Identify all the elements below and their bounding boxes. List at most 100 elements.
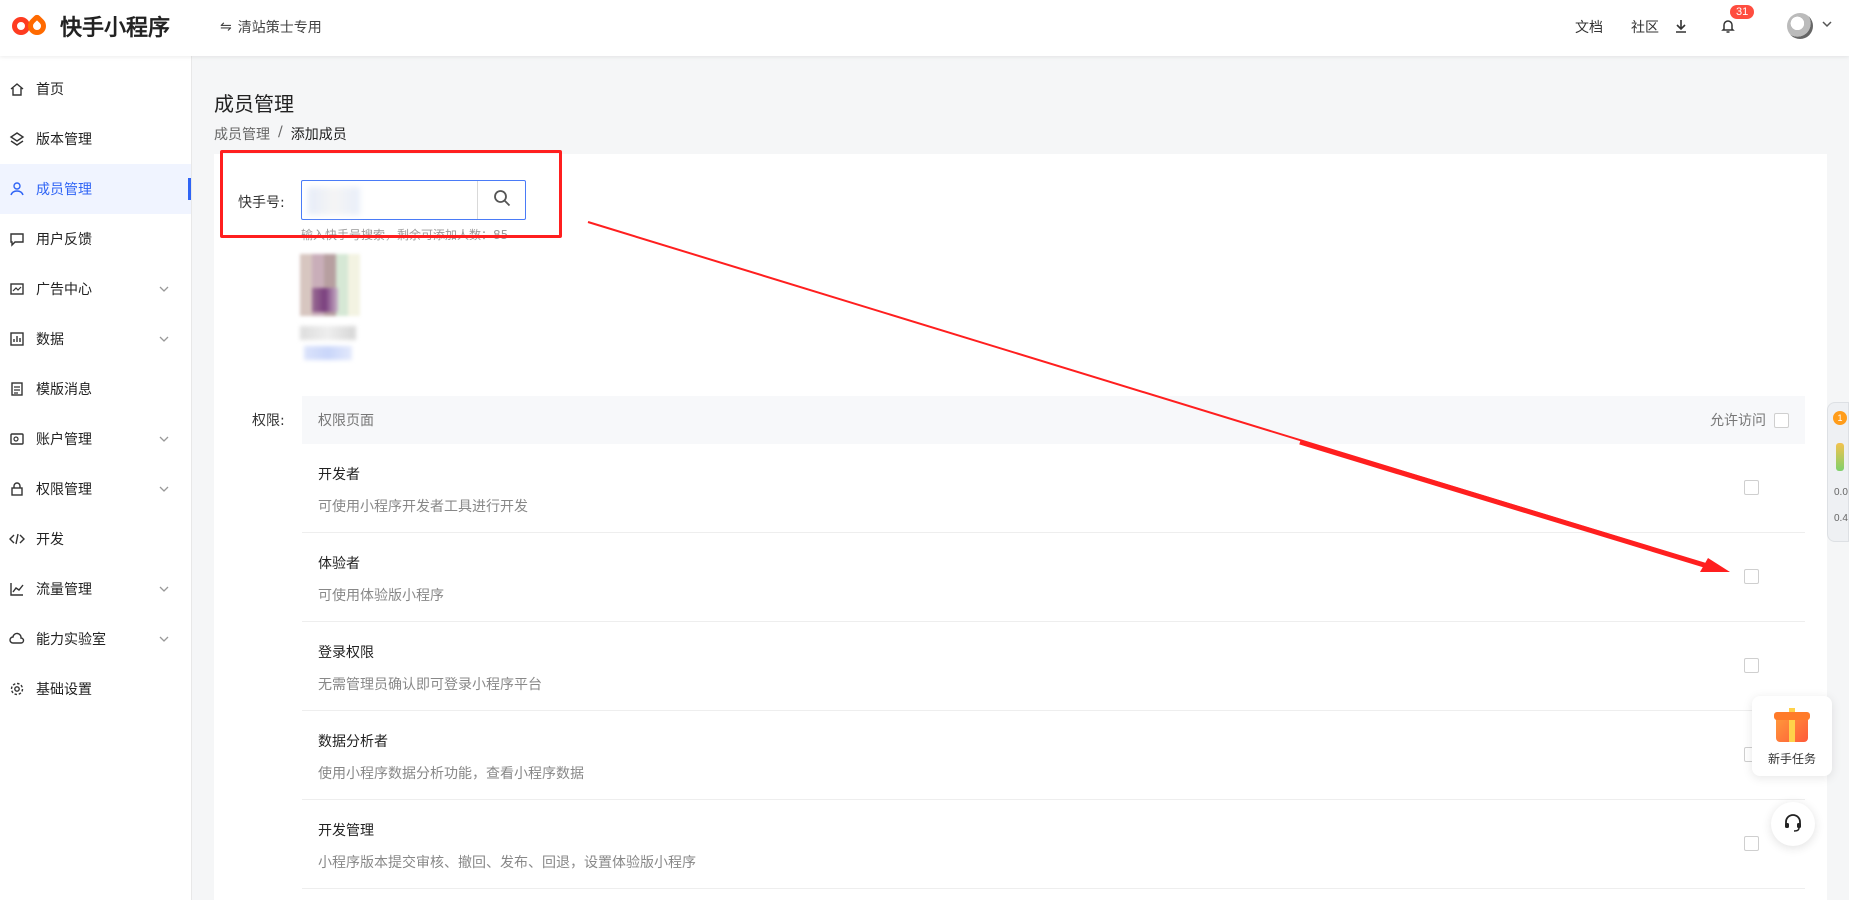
chevron-down-icon: [159, 482, 169, 498]
side-widget-value-1: 0.0: [1834, 487, 1848, 498]
breadcrumb-current: 添加成员: [290, 127, 347, 143]
permission-name: 登录权限: [318, 645, 374, 661]
headset-icon: [1782, 811, 1804, 837]
permission-desc: 可使用小程序开发者工具进行开发: [318, 499, 528, 515]
permission-desc: 小程序版本提交审核、撤回、发布、回退，设置体验版小程序: [318, 855, 696, 871]
permission-row-developer: 开发者 可使用小程序开发者工具进行开发: [302, 444, 1805, 533]
sidebar-item-ads[interactable]: 广告中心: [0, 264, 191, 314]
side-widget-bar: [1836, 443, 1844, 471]
chevron-down-icon: [159, 332, 169, 348]
permission-checkbox-dev-manage[interactable]: [1744, 836, 1759, 851]
permission-name: 开发管理: [318, 823, 374, 839]
allow-access-header: 允许访问: [1710, 410, 1789, 430]
logo[interactable]: 快手小程序: [12, 10, 170, 42]
side-widget-value-2: 0.4: [1834, 513, 1848, 524]
annotation-highlight-box: [220, 150, 562, 238]
sidebar-item-label: 能力实验室: [36, 632, 106, 648]
permission-row-dev-manage: 开发管理 小程序版本提交审核、撤回、发布、回退，设置体验版小程序: [302, 800, 1805, 889]
permissions-column-header: 权限页面: [318, 413, 374, 429]
sidebar-item-label: 用户反馈: [36, 232, 92, 248]
ad-icon: [8, 280, 26, 298]
chart-icon: [8, 330, 26, 348]
sidebar-item-label: 模版消息: [36, 382, 92, 398]
search-result-id: [304, 346, 352, 360]
template-icon: [8, 380, 26, 398]
chevron-down-icon[interactable]: [1821, 18, 1833, 34]
sidebar-item-label: 首页: [36, 82, 64, 98]
sidebar-item-label: 流量管理: [36, 582, 92, 598]
sidebar-item-feedback[interactable]: 用户反馈: [0, 214, 191, 264]
sidebar: 首页 版本管理 成员管理 用户反馈 广告中心 数据 模版消息 账户管理 权限管理…: [0, 56, 192, 900]
sidebar-item-label: 开发: [36, 532, 64, 548]
permission-row-login: 登录权限 无需管理员确认即可登录小程序平台: [302, 622, 1805, 711]
sidebar-item-settings[interactable]: 基础设置: [0, 664, 191, 714]
search-result-avatar[interactable]: [300, 254, 360, 316]
notification-bell-icon[interactable]: 31: [1716, 5, 1755, 38]
permission-name: 数据分析者: [318, 734, 388, 750]
message-icon: [8, 230, 26, 248]
notification-badge: 31: [1730, 5, 1755, 19]
org-switcher[interactable]: ⇋ 清站策士专用: [220, 17, 322, 37]
permission-desc: 使用小程序数据分析功能，查看小程序数据: [318, 766, 584, 782]
breadcrumb-separator: /: [278, 124, 283, 140]
sidebar-item-label: 广告中心: [36, 282, 92, 298]
permission-desc: 无需管理员确认即可登录小程序平台: [318, 677, 542, 693]
sidebar-item-label: 数据: [36, 332, 64, 348]
side-performance-widget[interactable]: 1 0.0 0.4: [1827, 402, 1849, 542]
org-label: 清站策士专用: [237, 20, 322, 36]
permission-name: 开发者: [318, 467, 360, 483]
sidebar-item-permissions[interactable]: 权限管理: [0, 464, 191, 514]
sidebar-item-label: 账户管理: [36, 432, 92, 448]
select-all-checkbox[interactable]: [1774, 412, 1789, 428]
permission-row-analyst: 数据分析者 使用小程序数据分析功能，查看小程序数据: [302, 711, 1805, 800]
switch-icon: ⇋: [220, 19, 232, 35]
community-link[interactable]: 社区: [1631, 17, 1659, 37]
trend-icon: [8, 580, 26, 598]
chevron-down-icon: [159, 432, 169, 448]
permission-checkbox-login[interactable]: [1744, 658, 1759, 673]
sidebar-item-account[interactable]: 账户管理: [0, 414, 191, 464]
permissions-table-header: 权限页面 允许访问: [302, 396, 1805, 444]
cloud-icon: [8, 630, 26, 648]
header-links: 文档 社区: [1575, 17, 1659, 37]
permission-checkbox-developer[interactable]: [1744, 480, 1759, 495]
user-icon: [8, 180, 26, 198]
sidebar-item-label: 基础设置: [36, 682, 92, 698]
permissions-table: 权限页面 允许访问 开发者 可使用小程序开发者工具进行开发 体验者 可使用体验版…: [302, 396, 1805, 889]
allow-access-label: 允许访问: [1710, 413, 1766, 429]
newbie-tasks-button[interactable]: 新手任务: [1752, 696, 1832, 776]
breadcrumb: 成员管理 / 添加成员: [214, 124, 347, 144]
chevron-down-icon: [159, 632, 169, 648]
logo-text: 快手小程序: [60, 16, 171, 41]
permission-name: 体验者: [318, 556, 360, 572]
permissions-label: 权限:: [252, 413, 285, 429]
user-avatar[interactable]: [1787, 13, 1813, 39]
permission-checkbox-tester[interactable]: [1744, 569, 1759, 584]
customer-support-button[interactable]: [1771, 802, 1815, 846]
sidebar-item-members[interactable]: 成员管理: [0, 164, 191, 214]
account-icon: [8, 430, 26, 448]
chevron-down-icon: [159, 582, 169, 598]
sidebar-item-develop[interactable]: 开发: [0, 514, 191, 564]
breadcrumb-members-link[interactable]: 成员管理: [214, 124, 270, 144]
gift-icon: [1772, 704, 1812, 744]
sidebar-item-label: 权限管理: [36, 482, 92, 498]
sidebar-item-label: 版本管理: [36, 132, 92, 148]
sidebar-item-data[interactable]: 数据: [0, 314, 191, 364]
sidebar-item-version[interactable]: 版本管理: [0, 114, 191, 164]
gear-icon: [8, 680, 26, 698]
sidebar-item-templates[interactable]: 模版消息: [0, 364, 191, 414]
permission-row-tester: 体验者 可使用体验版小程序: [302, 533, 1805, 622]
sidebar-item-label: 成员管理: [36, 182, 92, 198]
sidebar-item-traffic[interactable]: 流量管理: [0, 564, 191, 614]
code-icon: [8, 530, 26, 548]
sidebar-item-lab[interactable]: 能力实验室: [0, 614, 191, 664]
download-icon[interactable]: [1669, 14, 1693, 38]
home-icon: [8, 80, 26, 98]
layers-icon: [8, 130, 26, 148]
top-header: 快手小程序 ⇋ 清站策士专用 文档 社区 31: [0, 0, 1849, 56]
sidebar-item-home[interactable]: 首页: [0, 64, 191, 114]
add-member-card: 快手号: 输入快手号搜索，剩余可添加人数：85 权限: 权限页面 允许访问 开发…: [214, 150, 1827, 900]
newbie-tasks-label: 新手任务: [1767, 752, 1816, 766]
docs-link[interactable]: 文档: [1575, 17, 1603, 37]
